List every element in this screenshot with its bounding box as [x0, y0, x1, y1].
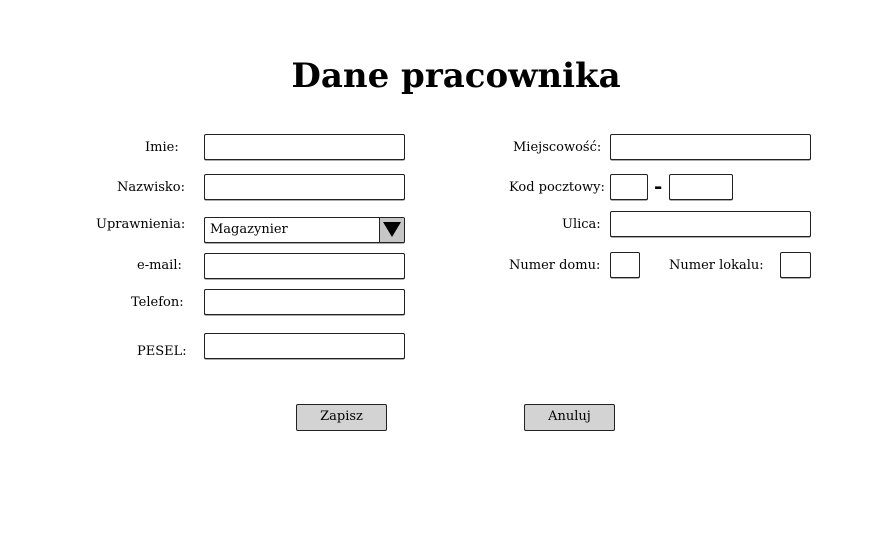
page-title: Dane pracownika	[291, 56, 621, 96]
street-field[interactable]	[610, 211, 811, 237]
last-name-field[interactable]	[204, 174, 405, 200]
permissions-label: Uprawnienia:	[96, 217, 186, 232]
city-label: Miejscowość:	[513, 140, 602, 155]
house-number-label: Numer domu:	[509, 258, 601, 273]
postal-code-separator: -	[654, 174, 663, 198]
permissions-selected-value: Magazynier	[210, 222, 288, 237]
cancel-button[interactable]: Anuluj	[524, 404, 615, 431]
street-label: Ulica:	[562, 217, 601, 232]
email-field[interactable]	[204, 253, 405, 279]
pesel-label: PESEL:	[137, 344, 187, 359]
postal-code-part1-field[interactable]	[610, 174, 648, 200]
phone-label: Telefon:	[131, 295, 184, 310]
permissions-select[interactable]: Magazynier	[204, 217, 405, 243]
postal-code-label: Kod pocztowy:	[509, 180, 605, 195]
first-name-label: Imie:	[145, 140, 179, 155]
phone-field[interactable]	[204, 289, 405, 315]
last-name-label: Nazwisko:	[117, 180, 186, 195]
triangle-down-icon	[383, 222, 401, 237]
city-field[interactable]	[610, 134, 811, 160]
apartment-number-field[interactable]	[780, 252, 811, 278]
pesel-field[interactable]	[204, 333, 405, 359]
house-number-field[interactable]	[610, 252, 640, 278]
first-name-field[interactable]	[204, 134, 405, 160]
postal-code-part2-field[interactable]	[669, 174, 733, 200]
save-button[interactable]: Zapisz	[296, 404, 387, 431]
email-label: e-mail:	[137, 258, 182, 273]
dropdown-button[interactable]	[379, 218, 404, 242]
apartment-number-label: Numer lokalu:	[669, 258, 764, 273]
